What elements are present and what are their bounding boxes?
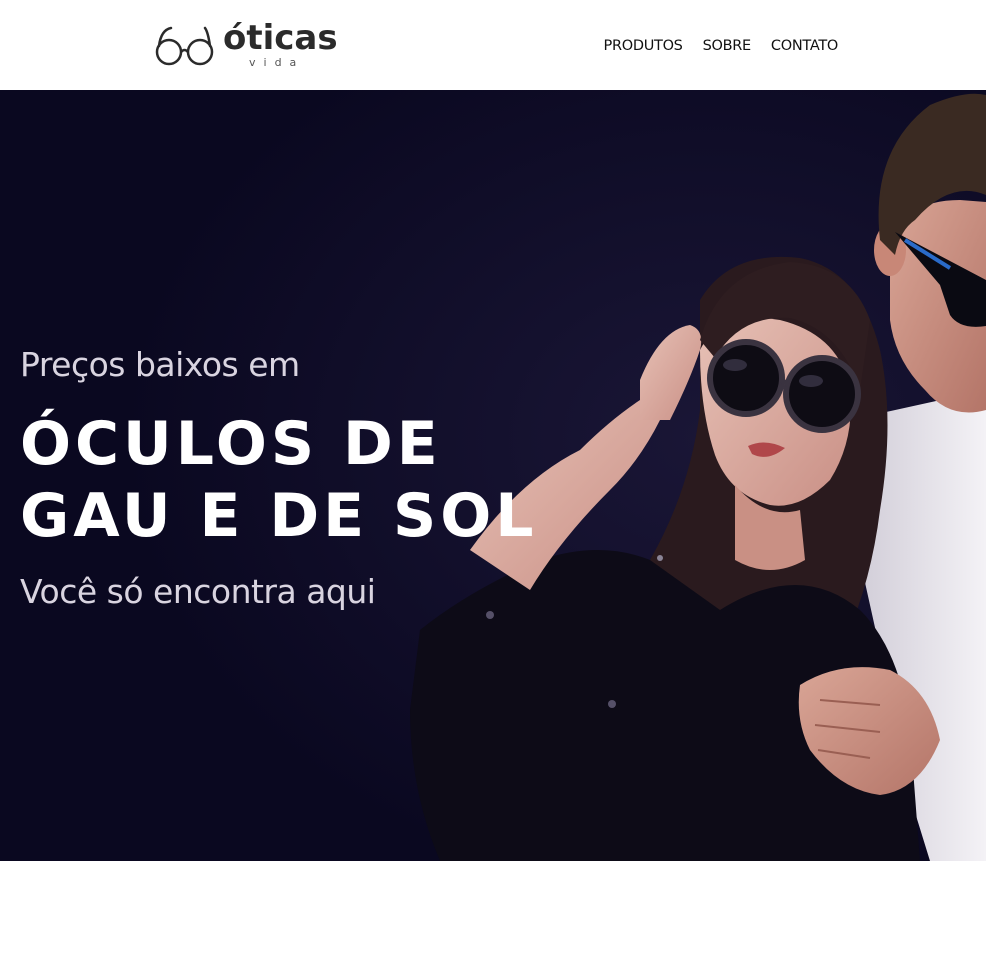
main-nav: PRODUTOS SOBRE CONTATO <box>604 36 839 56</box>
nav-link-sobre[interactable]: SOBRE <box>703 36 752 56</box>
glasses-icon <box>155 26 214 66</box>
hero-title: ÓCULOS DE GAU E DE SOL <box>20 408 540 552</box>
site-header: óticas vida PRODUTOS SOBRE CONTATO <box>0 0 986 90</box>
hero-title-line-1: ÓCULOS DE <box>20 409 442 479</box>
brand-name: óticas <box>223 18 338 58</box>
hero-subtitle: Você só encontra aqui <box>20 572 376 611</box>
hero-banner: Preços baixos em ÓCULOS DE GAU E DE SOL … <box>0 90 986 861</box>
page-content-area <box>0 861 986 959</box>
logo[interactable]: óticas vida <box>155 18 338 72</box>
hero-pretitle: Preços baixos em <box>20 345 300 384</box>
logo-wordmark: óticas vida <box>223 18 338 72</box>
nav-link-contato[interactable]: CONTATO <box>771 36 838 56</box>
brand-subtitle: vida <box>249 56 305 69</box>
nav-link-produtos[interactable]: PRODUTOS <box>604 36 683 56</box>
hero-title-line-2: GAU E DE SOL <box>20 481 538 551</box>
